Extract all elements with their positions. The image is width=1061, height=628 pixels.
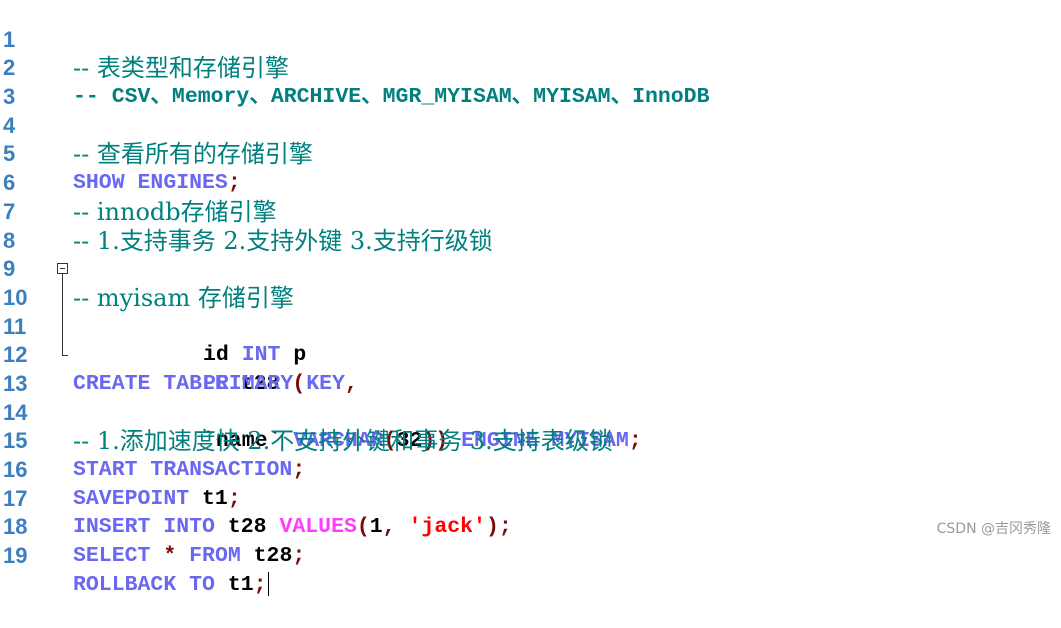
collapse-fold-icon[interactable] [57, 263, 68, 275]
keyword: ROLLBACK TO [73, 572, 215, 597]
identifier: t28 [253, 544, 293, 569]
code-line[interactable]: 13 `name` VARCHAR(32)) ENGINE MYISAM; [0, 341, 1061, 453]
punctuation: ; [292, 544, 306, 569]
code-line[interactable]: 6 -- innodb存储引擎 [0, 140, 1061, 226]
code-line[interactable]: 5 SHOW ENGINES; [0, 112, 1061, 195]
code-line[interactable]: 9 -- myisam 存储引擎 [0, 227, 1061, 312]
fold-end-marker [62, 355, 68, 357]
code-line[interactable]: 19 ROLLBACK TO t1; [0, 513, 1061, 597]
code-line[interactable]: 8 [0, 198, 1061, 253]
text-cursor [267, 572, 269, 597]
punctuation: ; [253, 572, 267, 597]
code-line[interactable]: 7 -- 1.支持事务 2.支持外键 3.支持行级锁 [0, 169, 1061, 255]
identifier: t1 [227, 572, 254, 597]
operator: * [163, 544, 177, 569]
code-line[interactable]: 4 -- 查看所有的存储引擎 [0, 83, 1061, 169]
code-line[interactable]: 2 -- CSV、Memory、ARCHIVE、MGR_MYISAM、MYISA… [0, 26, 1061, 109]
keyword: SELECT [73, 544, 151, 569]
sql-editor[interactable]: 1 -- 表类型和存储引擎 2 -- CSV、Memory、ARCHIVE、MG… [0, 0, 1061, 597]
code-line[interactable]: 16 SAVEPOINT t1; [0, 427, 1061, 511]
code-line[interactable]: 12 PRIMARY KEY, [0, 313, 1061, 396]
line-number: 19 [3, 543, 28, 569]
code-line[interactable]: 15 START TRANSACTION; [0, 399, 1061, 482]
watermark: CSDN @吉冈秀隆 [936, 521, 1051, 537]
code-line[interactable]: 3 [0, 54, 1061, 109]
keyword: FROM [189, 544, 241, 569]
code-line[interactable]: 14 -- 1.添加速度快 2.不支持外键和事务 3.支持表级锁 [0, 370, 1061, 456]
code-line[interactable]: 11 id INT p [0, 284, 1061, 368]
code-line[interactable]: 18 SELECT * FROM t28; [0, 485, 1061, 568]
code-line[interactable]: 1 -- 表类型和存储引擎 [0, 0, 1061, 83]
code-line[interactable]: 17 INSERT INTO t28 VALUES(1, 'jack'); [0, 456, 1061, 540]
code-line[interactable]: 10 CREATE TABLE t28 ( [0, 255, 1061, 396]
